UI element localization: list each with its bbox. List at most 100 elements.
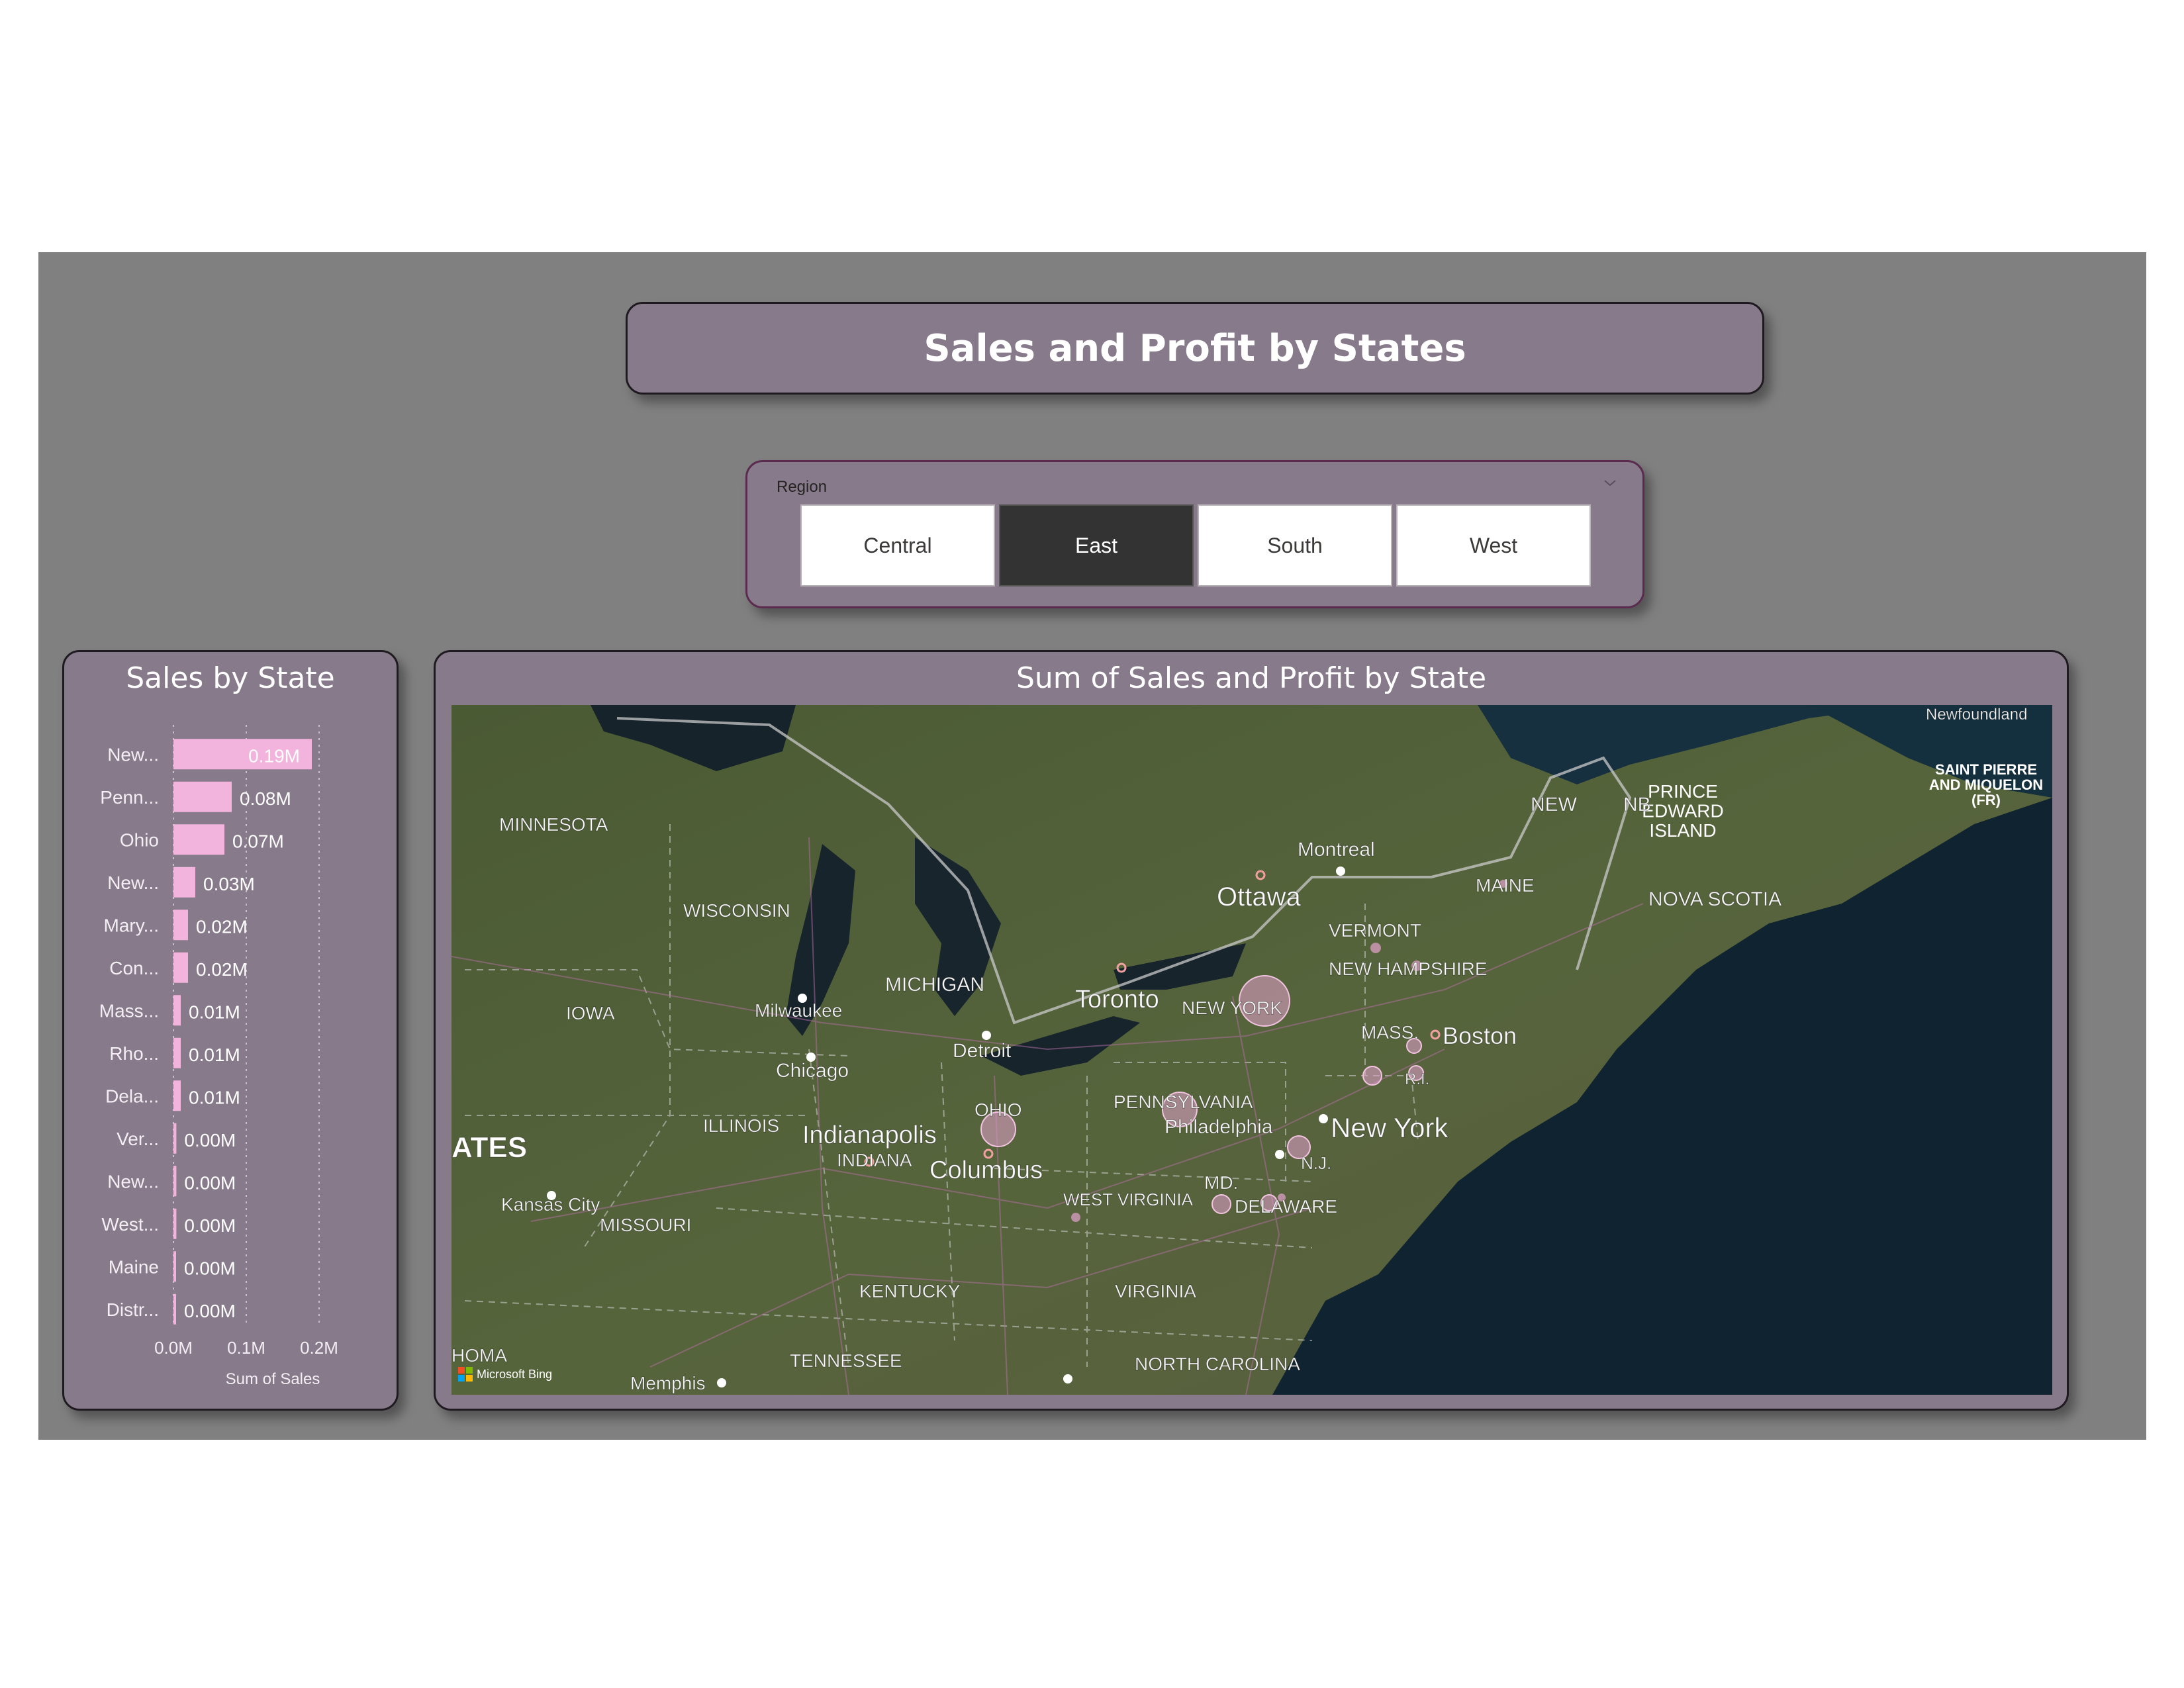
data-label: 0.01M bbox=[189, 1045, 240, 1065]
map-place-label: VERMONT bbox=[1329, 920, 1421, 941]
map-place-label: Ottawa bbox=[1217, 882, 1301, 912]
slicer-option-central[interactable]: Central bbox=[800, 504, 995, 586]
slicer-options: Central East South West bbox=[800, 504, 1591, 588]
map-place-label: DELAWARE bbox=[1235, 1196, 1337, 1217]
y-category-label: New... bbox=[107, 1171, 159, 1192]
bubble-vermont[interactable] bbox=[1370, 943, 1381, 953]
report-title-card: Sales and Profit by States bbox=[626, 302, 1764, 395]
map-place-label: WEST VIRGINIA bbox=[1063, 1190, 1194, 1209]
x-axis-title: Sum of Sales bbox=[226, 1370, 320, 1388]
slicer-option-east[interactable]: East bbox=[999, 504, 1194, 586]
sales-by-state-visual: Sales by State 0.0M 0.1M 0.2M New... 0.19M Pe… bbox=[62, 650, 399, 1411]
bar bbox=[173, 1123, 177, 1154]
map-place-label: New York bbox=[1331, 1112, 1448, 1143]
map-place-label: OHIO bbox=[974, 1100, 1022, 1120]
bubble-west-virginia[interactable] bbox=[1071, 1213, 1080, 1222]
bar bbox=[173, 781, 232, 812]
map-place-label: IOWA bbox=[566, 1003, 615, 1023]
y-category-label: Con... bbox=[109, 958, 159, 978]
map-place-label: N.J. bbox=[1301, 1153, 1331, 1173]
data-label: 0.03M bbox=[203, 874, 255, 894]
map[interactable]: MINNESOTA WISCONSIN IOWA ILLINOIS MISSOURI MI… bbox=[451, 705, 2052, 1395]
report-title: Sales and Profit by States bbox=[924, 326, 1466, 370]
y-category-label: New... bbox=[107, 872, 159, 893]
bing-attribution: Microsoft Bing bbox=[458, 1367, 552, 1382]
map-place-label: TENNESSEE bbox=[790, 1350, 902, 1371]
bar bbox=[173, 952, 188, 983]
map-place-label: Columbus bbox=[929, 1156, 1043, 1184]
y-category-label: Penn... bbox=[100, 787, 159, 808]
x-tick-label: 0.2M bbox=[300, 1338, 338, 1358]
bar bbox=[173, 910, 188, 941]
map-place-label: Newfoundland bbox=[1926, 706, 2027, 724]
data-label: 0.07M bbox=[232, 831, 284, 851]
chevron-down-icon[interactable] bbox=[1603, 475, 1617, 490]
map-place-label: NEW HAMPSHIRE bbox=[1329, 959, 1488, 979]
data-label: 0.00M bbox=[184, 1301, 236, 1321]
map-place-label: HOMA bbox=[451, 1345, 507, 1366]
x-tick-label: 0.0M bbox=[154, 1338, 193, 1358]
map-place-label: Toronto bbox=[1075, 986, 1159, 1013]
bubble-connecticut[interactable] bbox=[1362, 1066, 1382, 1086]
slicer-option-south[interactable]: South bbox=[1198, 504, 1392, 586]
map-place-label: NB bbox=[1623, 794, 1651, 816]
bar bbox=[173, 1208, 177, 1239]
x-tick-label: 0.1M bbox=[227, 1338, 265, 1358]
map-place-label: ILLINOIS bbox=[703, 1115, 779, 1136]
data-label: 0.01M bbox=[189, 1002, 240, 1022]
map-place-label: KENTUCKY bbox=[859, 1281, 961, 1301]
map-surface[interactable]: MINNESOTA WISCONSIN IOWA ILLINOIS MISSOURI MI… bbox=[451, 705, 2052, 1395]
data-label: 0.02M bbox=[196, 916, 248, 937]
y-category-label: Mary... bbox=[104, 915, 159, 935]
map-place-label: NEW YORK bbox=[1182, 998, 1282, 1018]
bar bbox=[173, 1293, 176, 1325]
map-place-label: Chicago bbox=[776, 1060, 849, 1082]
map-place-label: Montreal bbox=[1298, 839, 1375, 861]
y-category-label: Mass... bbox=[99, 1000, 159, 1021]
y-category-label: Maine bbox=[109, 1256, 159, 1277]
data-label: 0.00M bbox=[184, 1258, 236, 1278]
y-category-label: West... bbox=[101, 1214, 159, 1235]
bar-chart-title: Sales by State bbox=[126, 661, 335, 695]
region-slicer: Region Central East South West bbox=[745, 460, 1644, 608]
map-place-label: MISSOURI bbox=[600, 1215, 691, 1235]
map-place-label: WISCONSIN bbox=[683, 900, 790, 921]
data-label: 0.19M bbox=[248, 745, 300, 766]
map-place-label: PRINCE EDWARD ISLAND bbox=[1642, 781, 1723, 841]
data-label: 0.01M bbox=[189, 1087, 240, 1107]
map-place-label: Kansas City bbox=[501, 1194, 600, 1215]
map-place-label: ATES bbox=[451, 1131, 527, 1164]
map-place-label: MICHIGAN bbox=[885, 974, 984, 996]
map-place-label: INDIANA bbox=[837, 1150, 912, 1170]
map-place-label: MINNESOTA bbox=[499, 814, 608, 835]
map-place-label: Memphis bbox=[630, 1373, 706, 1393]
bubble-maryland[interactable] bbox=[1211, 1194, 1231, 1214]
bar-chart: 0.0M 0.1M 0.2M New... 0.19M Penn... 0.08M Ohio 0… bbox=[99, 725, 338, 1388]
slicer-option-west[interactable]: West bbox=[1396, 504, 1591, 586]
map-place-label: Boston bbox=[1443, 1022, 1517, 1049]
y-category-label: Ver... bbox=[117, 1129, 159, 1149]
map-place-label: NEW bbox=[1531, 794, 1578, 816]
bing-attribution-text: Microsoft Bing bbox=[477, 1367, 553, 1381]
data-label: 0.02M bbox=[196, 959, 248, 980]
data-label: 0.08M bbox=[240, 788, 291, 809]
y-category-label: Dela... bbox=[105, 1086, 159, 1106]
bar bbox=[173, 1166, 177, 1197]
report-canvas: Sales and Profit by States Region Centra… bbox=[38, 252, 2146, 1440]
y-category-label: Ohio bbox=[120, 829, 159, 850]
data-label: 0.00M bbox=[184, 1130, 236, 1150]
map-place-label: MD. bbox=[1204, 1172, 1238, 1193]
bar bbox=[173, 1080, 181, 1111]
sales-profit-map-visual: Sum of Sales and Profit by State MINNESO… bbox=[434, 650, 2069, 1411]
map-place-label: PENNSYLVANIA bbox=[1114, 1092, 1253, 1112]
map-place-label: R.I. bbox=[1405, 1070, 1429, 1088]
map-place-label: Detroit bbox=[953, 1040, 1012, 1062]
bar bbox=[173, 867, 195, 898]
bar bbox=[173, 1037, 181, 1068]
y-category-label: New... bbox=[107, 744, 159, 765]
map-place-label: Philadelphia bbox=[1164, 1116, 1273, 1138]
bar bbox=[173, 995, 181, 1026]
y-category-label: Distr... bbox=[107, 1299, 159, 1320]
bar bbox=[173, 824, 224, 855]
map-place-label: NORTH CAROLINA bbox=[1135, 1354, 1300, 1374]
